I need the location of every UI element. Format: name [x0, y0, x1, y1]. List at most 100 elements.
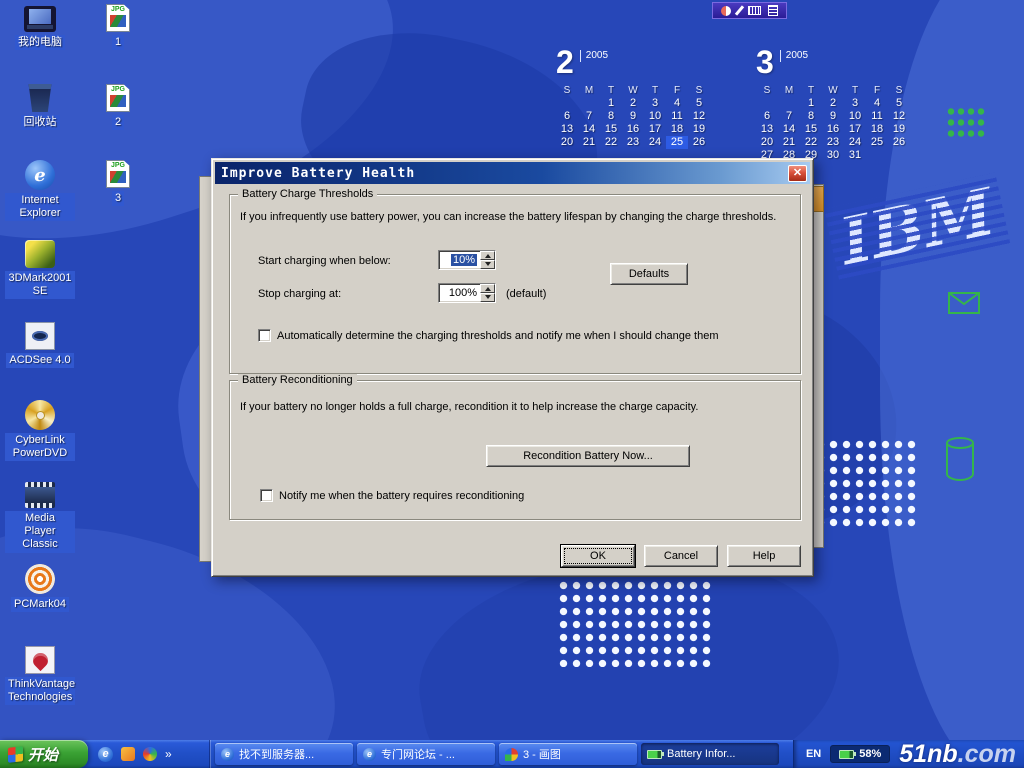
desktop-icon-powerdvd[interactable]: CyberLink PowerDVD: [4, 400, 76, 461]
calendar-day: 20: [756, 136, 778, 149]
calendar-day: 17: [844, 123, 866, 136]
calendar-day: 19: [688, 123, 710, 136]
calendar-day: 9: [622, 110, 644, 123]
pen-icon[interactable]: [735, 5, 744, 15]
start-charging-spinner[interactable]: 10%: [438, 250, 496, 270]
calendar-weekday: W: [622, 84, 644, 97]
desktop-icon-recycle-bin[interactable]: 回收站: [4, 84, 76, 130]
desktop-icon-thinkvantage[interactable]: ThinkVantage Technologies: [4, 646, 76, 705]
stop-charging-value[interactable]: 100%: [449, 287, 477, 299]
watermark: 51nb.com: [899, 742, 1016, 767]
battery-charge-thresholds-group: Battery Charge Thresholds If you infrequ…: [229, 194, 801, 374]
system-tray: EN 58% 51nb.com: [793, 740, 1024, 768]
stop-charging-spinner[interactable]: 100%: [438, 283, 496, 303]
auto-thresholds-checkbox[interactable]: [258, 329, 271, 342]
help-button[interactable]: Help: [727, 545, 801, 567]
calendar-day: 10: [844, 110, 866, 123]
battery-icon: [647, 750, 662, 759]
desktop-icon-jpg-3[interactable]: JPG 3: [96, 160, 140, 206]
spin-down-icon[interactable]: [480, 293, 495, 302]
quicklaunch-ie-icon[interactable]: e: [98, 747, 113, 762]
calendar-day: [578, 97, 600, 110]
calendar-day: 21: [778, 136, 800, 149]
calendar-day: 17: [644, 123, 666, 136]
paint-icon: [505, 748, 518, 761]
windows-flag-icon: [8, 746, 23, 763]
notepad-icon[interactable]: [768, 5, 778, 16]
notify-reconditioning-checkbox[interactable]: [260, 489, 273, 502]
keypad-grid-icon: [946, 106, 987, 140]
chevron-icon[interactable]: »: [165, 747, 172, 761]
desktop-icon-acdsee[interactable]: ACDSee 4.0: [4, 322, 76, 368]
dialog-body: Battery Charge Thresholds If you infrequ…: [215, 184, 810, 573]
ime-indicator-icon[interactable]: [721, 6, 731, 16]
battery-status[interactable]: 58%: [830, 745, 890, 763]
start-button[interactable]: 开始: [0, 740, 88, 768]
taskbar-task-battery-information[interactable]: Battery Infor...: [641, 743, 779, 765]
calendar-weekday: T: [644, 84, 666, 97]
language-indicator[interactable]: EN: [806, 748, 821, 760]
taskbar-task-ie-server[interactable]: e 找不到服务器...: [215, 743, 353, 765]
battery-percent: 58%: [859, 748, 881, 760]
jpg-file-icon: JPG: [106, 4, 130, 32]
jpg-file-icon: JPG: [106, 160, 130, 188]
calendar-day: 30: [822, 149, 844, 162]
task-buttons: e 找不到服务器... e 专门网论坛 - ... 3 - 画图 Battery…: [210, 740, 793, 768]
desktop-icon-jpg-1[interactable]: JPG 1: [96, 4, 140, 50]
dialog-title: Improve Battery Health: [221, 166, 415, 181]
defaults-button[interactable]: Defaults: [610, 263, 688, 285]
desktop-icon-my-computer[interactable]: 我的电脑: [4, 6, 76, 50]
calendar-day: [866, 149, 888, 162]
quicklaunch-media-icon[interactable]: [121, 747, 135, 761]
quicklaunch-player-icon[interactable]: [143, 747, 157, 761]
calendar-day: 4: [666, 97, 688, 110]
dialog-titlebar[interactable]: Improve Battery Health ✕: [215, 162, 810, 184]
ime-toolbar[interactable]: [712, 2, 787, 19]
desktop-icon-media-player-classic[interactable]: Media Player Classic: [4, 482, 76, 553]
start-charging-label: Start charging when below:: [258, 255, 391, 267]
dot-grid-decoration: [814, 438, 918, 530]
calendar-day: 1: [800, 97, 822, 110]
calendar-day: 10: [644, 110, 666, 123]
start-charging-value[interactable]: 10%: [451, 254, 477, 266]
recondition-battery-button[interactable]: Recondition Battery Now...: [486, 445, 690, 467]
desktop-icon-3dmark2001[interactable]: 3DMark2001 SE: [4, 240, 76, 299]
acdsee-icon: [25, 322, 55, 350]
close-icon[interactable]: ✕: [788, 165, 807, 182]
calendar-day: 7: [778, 110, 800, 123]
calendar-day: 14: [778, 123, 800, 136]
calendar-day: 16: [622, 123, 644, 136]
mail-icon: [948, 292, 980, 314]
quick-launch-bar: e »: [88, 740, 210, 768]
calendar-day: 16: [822, 123, 844, 136]
calendar-day: 9: [822, 110, 844, 123]
ok-button[interactable]: OK: [561, 545, 635, 567]
taskbar-task-forum[interactable]: e 专门网论坛 - ...: [357, 743, 495, 765]
spin-up-icon[interactable]: [480, 251, 495, 260]
ie-icon: e: [221, 748, 234, 761]
calendar-day: 1: [600, 97, 622, 110]
calendar-weekday: S: [688, 84, 710, 97]
desktop-icon-jpg-2[interactable]: JPG 2: [96, 84, 140, 130]
calendar-day: 3: [844, 97, 866, 110]
calendar-day: 8: [800, 110, 822, 123]
improve-battery-health-dialog: Improve Battery Health ✕ Battery Charge …: [211, 158, 814, 577]
calendar-day: 2: [622, 97, 644, 110]
desktop-icon-internet-explorer[interactable]: e Internet Explorer: [4, 160, 76, 221]
cancel-button[interactable]: Cancel: [644, 545, 718, 567]
calendar-day: 24: [644, 136, 666, 149]
calendar-day: 8: [600, 110, 622, 123]
calendar-day: 5: [688, 97, 710, 110]
thinkvantage-icon: [25, 646, 55, 674]
spin-up-icon[interactable]: [480, 284, 495, 293]
calendar-day: 22: [600, 136, 622, 149]
notify-reconditioning-checkbox-row: Notify me when the battery requires reco…: [260, 489, 780, 502]
calendar-day: 25: [666, 136, 688, 149]
calendar-weekday: M: [778, 84, 800, 97]
calendar-weekday: M: [578, 84, 600, 97]
keyboard-icon[interactable]: [748, 6, 761, 15]
taskbar-task-paint[interactable]: 3 - 画图: [499, 743, 637, 765]
calendar-weekday: T: [800, 84, 822, 97]
desktop-icon-pcmark04[interactable]: PCMark04: [4, 564, 76, 612]
spin-down-icon[interactable]: [480, 260, 495, 269]
